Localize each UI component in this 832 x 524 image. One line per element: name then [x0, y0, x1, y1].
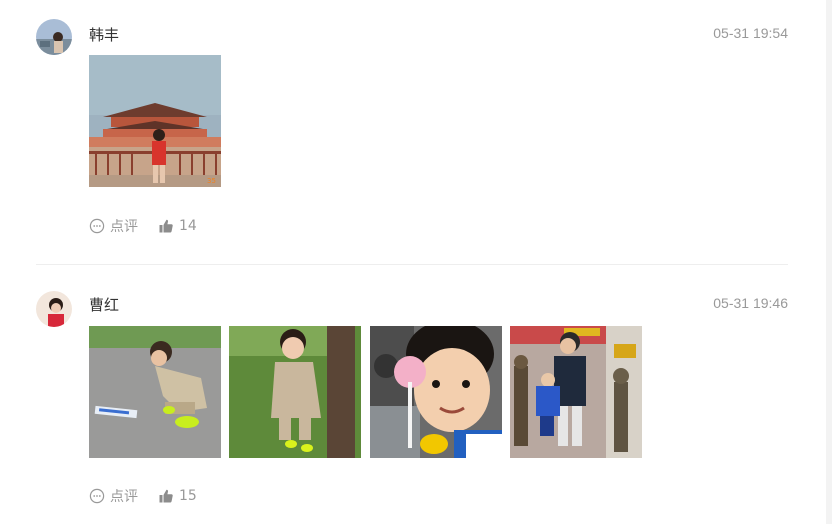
like-button[interactable]: 15 [158, 488, 197, 504]
author-name[interactable]: 韩丰 [89, 24, 119, 45]
svg-text:35: 35 [207, 177, 216, 185]
comment-bubble-icon [89, 218, 105, 234]
avatar[interactable] [36, 19, 72, 55]
post-photo[interactable]: 35 [89, 55, 221, 187]
comment-bubble-icon [89, 488, 105, 504]
post-timestamp: 05-31 19:46 [713, 295, 788, 311]
like-count: 14 [179, 218, 197, 234]
comment-button[interactable]: 点评 [89, 216, 138, 236]
comment-label: 点评 [110, 219, 138, 235]
post-photo[interactable] [370, 326, 502, 458]
like-count: 15 [179, 488, 197, 504]
post-actions: 点评 14 [89, 216, 217, 236]
post-actions: 点评 15 [89, 486, 217, 506]
post-photo[interactable] [229, 326, 361, 458]
author-name[interactable]: 曹红 [89, 294, 119, 315]
post-item: 韩丰 05-31 19:54 35 点评 14 [0, 0, 832, 264]
post-item: 曹红 05-31 19:46 点评 15 [0, 264, 832, 524]
scrollbar[interactable] [826, 0, 832, 524]
thumbs-up-icon [158, 218, 174, 234]
post-photo[interactable] [510, 326, 642, 458]
comment-button[interactable]: 点评 [89, 486, 138, 506]
comment-label: 点评 [110, 489, 138, 505]
thumbs-up-icon [158, 488, 174, 504]
post-timestamp: 05-31 19:54 [713, 25, 788, 41]
like-button[interactable]: 14 [158, 218, 197, 234]
avatar[interactable] [36, 291, 72, 327]
post-photo[interactable] [89, 326, 221, 458]
moments-feed: 韩丰 05-31 19:54 35 点评 14 曹红 05-31 19:46 点… [0, 0, 832, 524]
